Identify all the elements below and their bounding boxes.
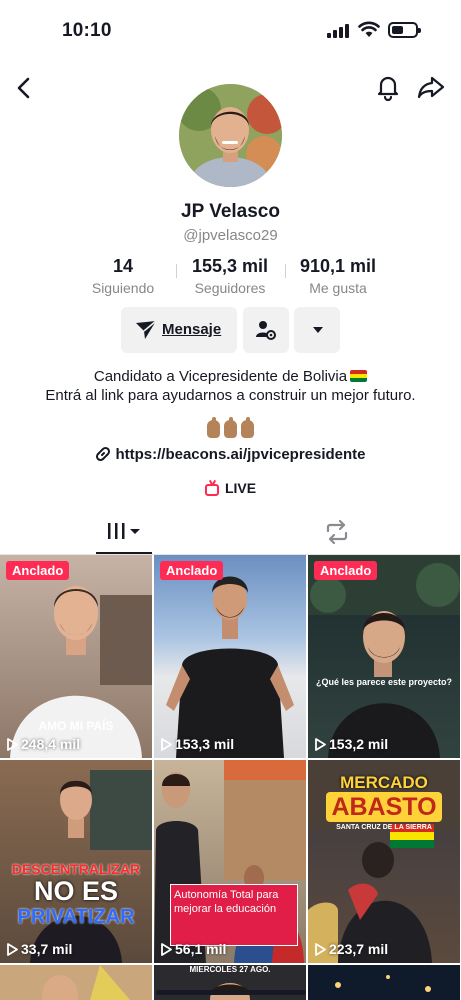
- video-thumbnail[interactable]: [308, 965, 460, 1000]
- stat-following-value: 14: [112, 256, 134, 276]
- view-count: 248,4 mil: [6, 736, 80, 752]
- stat-followers[interactable]: 155,3 mil Seguidores: [180, 256, 280, 296]
- play-icon: [161, 943, 172, 956]
- profile-tabs: [0, 512, 461, 555]
- video-thumbnail[interactable]: DESCENTRALIZAR NO ES PRIVATIZAR 33,7 mil: [0, 760, 152, 963]
- video-thumbnail[interactable]: [0, 965, 152, 1000]
- play-icon: [7, 738, 18, 751]
- stat-divider: [285, 264, 286, 278]
- caret-down-icon: [313, 327, 323, 333]
- view-count-value: 223,7 mil: [329, 941, 389, 957]
- view-count: 153,3 mil: [160, 736, 234, 752]
- video-grid: Anclado AMO MI PAÍS 248,4 mil Anclado 15…: [0, 555, 461, 1000]
- pointing-down-emoji: [0, 417, 461, 443]
- message-button-label: Mensaje: [162, 321, 222, 338]
- profile-link[interactable]: https://beacons.ai/jpvicepresidente: [0, 446, 461, 463]
- pinned-badge: Anclado: [6, 561, 70, 580]
- stat-followers-label: Seguidores: [194, 280, 266, 296]
- stat-likes-label: Me gusta: [309, 280, 367, 296]
- tab-videos[interactable]: [96, 512, 152, 554]
- message-button[interactable]: Mensaje: [121, 307, 237, 353]
- video-thumbnail[interactable]: Anclado AMO MI PAÍS 248,4 mil: [0, 555, 152, 758]
- play-icon: [315, 738, 326, 751]
- video-caption-line-3: PRIVATIZAR: [17, 906, 135, 928]
- more-options-button[interactable]: [294, 307, 340, 353]
- view-count: 56,1 mil: [160, 941, 226, 957]
- video-caption: ¿Qué les parece este proyecto?: [315, 677, 453, 687]
- wifi-icon: [358, 21, 380, 37]
- stat-likes-value: 910,1 mil: [299, 256, 377, 276]
- live-tv-icon: [204, 484, 219, 496]
- view-count-value: 153,2 mil: [329, 736, 389, 752]
- view-count: 223,7 mil: [314, 941, 388, 957]
- stat-following[interactable]: 14 Siguiendo: [76, 256, 170, 296]
- view-count-value: 33,7 mil: [21, 941, 73, 957]
- bio-line-1: Candidato a Vicepresidente de Bolivia: [93, 368, 348, 385]
- bio-line-2: Entrá al link para ayudarnos a construir…: [45, 387, 416, 404]
- avatar: [179, 84, 282, 187]
- video-caption: AMO MI PAÍS: [38, 719, 114, 733]
- profile-name: JP Velasco: [181, 201, 280, 222]
- video-thumbnail[interactable]: MERCADO ABASTO SANTA CRUZ DE LA SIERRA 2…: [308, 760, 460, 963]
- pinned-badge: Anclado: [314, 561, 378, 580]
- play-icon: [7, 943, 18, 956]
- stat-divider: [176, 264, 177, 278]
- send-icon: [136, 320, 157, 339]
- status-time: 10:10: [62, 20, 112, 41]
- live-button[interactable]: LIVE: [0, 480, 461, 496]
- pinned-badge: Anclado: [160, 561, 224, 580]
- view-count: 153,2 mil: [314, 736, 388, 752]
- video-image: [335, 975, 431, 992]
- home-indicator: [156, 990, 306, 995]
- tab-reposts[interactable]: [320, 518, 354, 548]
- video-thumbnail[interactable]: Autonomía Total para mejorar la educació…: [154, 760, 306, 963]
- status-bar: 10:10: [0, 0, 461, 60]
- cellular-signal-icon: [327, 24, 349, 38]
- play-icon: [315, 943, 326, 956]
- video-caption: Autonomía Total para mejorar la educació…: [174, 889, 279, 915]
- profile-bio: Candidato a Vicepresidente de Bolivia En…: [40, 367, 421, 405]
- video-caption-line-1: DESCENTRALIZAR: [11, 861, 141, 877]
- view-count-value: 153,3 mil: [175, 736, 235, 752]
- view-count-value: 56,1 mil: [175, 941, 227, 957]
- bell-icon[interactable]: [374, 73, 402, 101]
- live-label: LIVE: [224, 480, 257, 496]
- back-button[interactable]: [12, 75, 38, 101]
- video-thumbnail[interactable]: Anclado 153,3 mil: [154, 555, 306, 758]
- video-thumbnail[interactable]: Anclado ¿Qué les parece este proyecto? 1…: [308, 555, 460, 758]
- play-icon: [161, 738, 172, 751]
- profile-link-text: https://beacons.ai/jpvicepresidente: [115, 446, 366, 463]
- video-image: [308, 555, 460, 758]
- link-icon: [96, 446, 111, 462]
- stat-followers-value: 155,3 mil: [191, 256, 269, 276]
- bolivia-flag-icon: [350, 370, 368, 382]
- video-image: [166, 576, 294, 758]
- profile-handle: @jpvelasco29: [183, 227, 278, 244]
- view-count-value: 248,4 mil: [21, 736, 81, 752]
- video-image: [42, 965, 130, 1000]
- video-caption-line-1: MERCADO: [340, 773, 428, 792]
- video-caption-line-2: ABASTO: [326, 792, 442, 822]
- user-gear-icon: [256, 321, 276, 340]
- video-caption-line-2: NO ES: [33, 876, 119, 906]
- view-count: 33,7 mil: [6, 941, 72, 957]
- grid-icon: [108, 523, 140, 539]
- share-icon[interactable]: [416, 73, 446, 101]
- stat-likes[interactable]: 910,1 mil Me gusta: [288, 256, 388, 296]
- video-caption-line-3: SANTA CRUZ DE LA SIERRA: [336, 824, 432, 831]
- follow-settings-button[interactable]: [243, 307, 289, 353]
- battery-icon: [388, 22, 421, 38]
- stat-following-label: Siguiendo: [91, 280, 155, 296]
